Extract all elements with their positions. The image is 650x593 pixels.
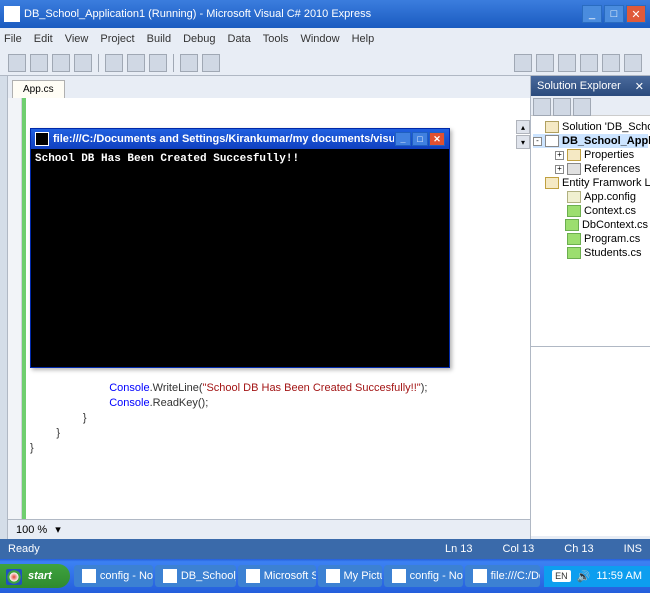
menu-build[interactable]: Build <box>147 33 171 45</box>
se-toolbar-button[interactable] <box>573 98 591 116</box>
toolbar-button[interactable] <box>30 54 48 72</box>
menu-edit[interactable]: Edit <box>34 33 53 45</box>
toolbar-button[interactable] <box>558 54 576 72</box>
console-icon <box>35 132 49 146</box>
notepad-icon <box>82 569 96 583</box>
toolbar-button[interactable] <box>105 54 123 72</box>
editor-tab-bar: App.cs <box>8 76 530 98</box>
tree-project[interactable]: -DB_School_Applicatio <box>533 134 648 148</box>
clock[interactable]: 11:59 AM <box>596 570 642 582</box>
taskbar-item[interactable]: config - Notepad <box>384 565 463 587</box>
console-icon <box>473 569 487 583</box>
editor-gutter <box>8 98 22 519</box>
tree-item-dbcontext[interactable]: DbContext.cs <box>533 218 648 232</box>
toolbar <box>0 50 650 76</box>
menu-view[interactable]: View <box>65 33 89 45</box>
taskbar-item[interactable]: file:///C:/Docu... <box>465 565 540 587</box>
console-window[interactable]: file:///C:/Documents and Settings/Kirank… <box>30 128 450 368</box>
maximize-button[interactable]: □ <box>604 5 624 23</box>
console-close-button[interactable]: ✕ <box>429 132 445 146</box>
toolbar-button[interactable] <box>580 54 598 72</box>
app-icon <box>4 6 20 22</box>
status-ready: Ready <box>8 543 40 555</box>
menu-debug[interactable]: Debug <box>183 33 215 45</box>
tree-item-appconfig[interactable]: App.config <box>533 190 648 204</box>
taskbar: start config - Notepad DB_School_Ap... M… <box>0 559 650 593</box>
start-button[interactable]: start <box>0 564 70 588</box>
panel-close-icon[interactable]: ✕ <box>635 80 644 93</box>
tree-item-context[interactable]: Context.cs <box>533 204 648 218</box>
folder-icon <box>326 569 340 583</box>
taskbar-item[interactable]: Microsoft SQL... <box>238 565 316 587</box>
menu-window[interactable]: Window <box>300 33 339 45</box>
properties-panel <box>531 346 650 536</box>
taskbar-item[interactable]: DB_School_Ap... <box>155 565 236 587</box>
toolbar-button[interactable] <box>52 54 70 72</box>
zoom-bar: 100 % ▾ <box>8 519 530 539</box>
se-toolbar-button[interactable] <box>533 98 551 116</box>
status-ins: INS <box>624 543 642 555</box>
console-title: file:///C:/Documents and Settings/Kirank… <box>53 133 394 145</box>
toolbar-button[interactable] <box>202 54 220 72</box>
close-button[interactable]: ✕ <box>626 5 646 23</box>
zoom-level: 100 % <box>16 524 47 536</box>
solution-explorer-title: Solution Explorer <box>537 80 635 92</box>
se-toolbar-button[interactable] <box>553 98 571 116</box>
menu-data[interactable]: Data <box>228 33 251 45</box>
left-rail <box>0 76 8 539</box>
minimize-button[interactable]: _ <box>582 5 602 23</box>
toolbar-button[interactable] <box>602 54 620 72</box>
toolbar-button[interactable] <box>536 54 554 72</box>
toolbar-separator <box>173 54 174 72</box>
scroll-up-icon[interactable]: ▴ <box>516 120 530 134</box>
zoom-dropdown-icon[interactable]: ▾ <box>55 523 61 536</box>
language-indicator[interactable]: EN <box>552 570 571 582</box>
menu-tools[interactable]: Tools <box>263 33 289 45</box>
toolbar-button[interactable] <box>514 54 532 72</box>
toolbar-button[interactable] <box>8 54 26 72</box>
change-marker <box>22 98 26 519</box>
status-bar: Ready Ln 13 Col 13 Ch 13 INS <box>0 539 650 559</box>
tree-item-properties[interactable]: +Properties <box>533 148 648 162</box>
taskbar-item[interactable]: My Pictures <box>318 565 382 587</box>
expand-icon[interactable]: + <box>555 151 564 160</box>
notepad-icon <box>392 569 406 583</box>
tree-item-folder[interactable]: Entity Framwork Lib <box>533 176 648 190</box>
tray-icon[interactable]: 🔊 <box>577 570 591 583</box>
menu-file[interactable]: File <box>4 33 22 45</box>
status-ch: Ch 13 <box>564 543 593 555</box>
tree-solution[interactable]: Solution 'DB_School_Applicati <box>533 120 648 134</box>
toolbar-button[interactable] <box>180 54 198 72</box>
collapse-icon[interactable]: - <box>533 137 542 146</box>
console-minimize-button[interactable]: _ <box>395 132 411 146</box>
tree-item-students[interactable]: Students.cs <box>533 246 648 260</box>
toolbar-button[interactable] <box>74 54 92 72</box>
tab-app-cs[interactable]: App.cs <box>12 80 65 98</box>
system-tray[interactable]: EN 🔊 11:59 AM <box>544 566 650 587</box>
toolbar-button[interactable] <box>127 54 145 72</box>
taskbar-item[interactable]: config - Notepad <box>74 565 153 587</box>
expand-icon[interactable]: + <box>555 165 564 174</box>
status-col: Col 13 <box>503 543 535 555</box>
menu-project[interactable]: Project <box>100 33 134 45</box>
solution-explorer: Solution 'DB_School_Applicati -DB_School… <box>531 96 650 346</box>
scroll-down-icon[interactable]: ▾ <box>516 135 530 149</box>
sql-icon <box>246 569 260 583</box>
vs-icon <box>163 569 177 583</box>
menu-help[interactable]: Help <box>352 33 375 45</box>
toolbar-button[interactable] <box>624 54 642 72</box>
tree-item-references[interactable]: +References <box>533 162 648 176</box>
tree-item-program[interactable]: Program.cs <box>533 232 648 246</box>
window-title: DB_School_Application1 (Running) - Micro… <box>24 8 582 20</box>
main-menu: File Edit View Project Build Debug Data … <box>0 28 650 50</box>
status-line: Ln 13 <box>445 543 473 555</box>
toolbar-button[interactable] <box>149 54 167 72</box>
console-maximize-button[interactable]: □ <box>412 132 428 146</box>
console-output: School DB Has Been Created Succesfully!! <box>31 149 449 169</box>
toolbar-separator <box>98 54 99 72</box>
